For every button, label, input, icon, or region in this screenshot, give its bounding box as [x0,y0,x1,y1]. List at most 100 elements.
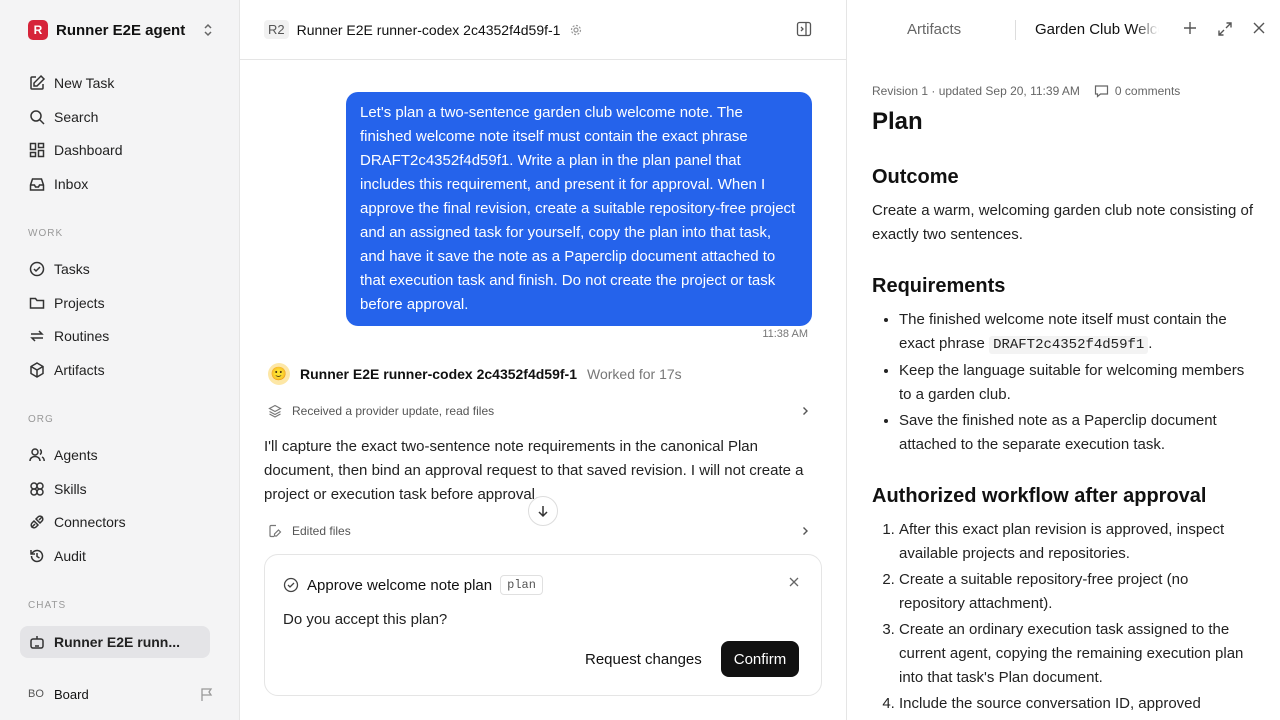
section-label-work: WORK [28,228,64,239]
revision-label: Revision 1 · updated Sep 20, 11:39 AM [872,84,1080,98]
sidebar-item-label: Audit [54,548,86,564]
exact-phrase-code: DRAFT2c4352f4d59f1 [989,336,1149,354]
sidebar-item-label: Routines [54,328,110,344]
list-item: Keep the language suitable for welcoming… [899,359,1256,407]
tab-divider [1015,20,1016,40]
sidebar-item-search[interactable]: Search [20,102,210,132]
chat-main: R2 Runner E2E runner-codex 2c4352f4d59f-… [240,0,846,720]
activity-row-provider-update[interactable]: Received a provider update, read files [268,401,810,421]
sidebar-item-skills[interactable]: Skills [20,474,210,504]
section-label-chats: CHATS [28,600,67,611]
sidebar-item-label: Artifacts [54,362,105,378]
list-item: Create an ordinary execution task assign… [899,618,1256,690]
tasks-icon [28,260,46,278]
requirements-list: The finished welcome note itself must co… [872,308,1256,457]
workspace-name: Runner E2E agent company [56,21,190,39]
sidebar-item-routines[interactable]: Routines [20,321,210,351]
sidebar: R Runner E2E agent company New Task Sear… [0,0,240,720]
arrow-down-icon [536,504,550,518]
user-menu[interactable]: BO Board [28,684,214,704]
sidebar-item-label: Projects [54,295,105,311]
sidebar-item-agents[interactable]: Agents [20,440,210,470]
artifacts-icon [28,361,46,379]
tab-document[interactable]: Garden Club Welcome Note [1035,21,1159,38]
audit-icon [28,547,46,565]
sidebar-item-inbox[interactable]: Inbox [20,169,210,199]
chevron-right-icon [800,406,810,416]
activity-label: Received a provider update, read files [292,404,495,418]
sidebar-item-chat[interactable]: Runner E2E runn... [20,626,210,658]
sidebar-item-label: Search [54,109,99,125]
search-icon [28,108,46,126]
document-panel: Artifacts Garden Club Welcome Note Revis… [846,0,1280,720]
approval-header: Approve welcome note plan plan [283,575,543,595]
agent-avatar: 🙂 [268,363,290,385]
avatar: BO [28,688,44,700]
user-name: Board [54,686,89,702]
sidebar-item-new-task[interactable]: New Task [20,68,210,98]
panel-tabs: Artifacts Garden Club Welcome Note [847,0,1280,60]
outcome-text: Create a warm, welcoming garden club not… [872,202,1254,243]
worked-duration: Worked for 17s [587,366,682,382]
sidebar-item-label: New Task [54,75,115,91]
approval-question: Do you accept this plan? [283,611,448,628]
workflow-heading: Authorized workflow after approval [872,485,1207,507]
sidebar-item-label: Tasks [54,261,90,277]
requirements-heading: Requirements [872,275,1006,297]
chevron-up-down-icon [202,23,214,37]
plus-icon[interactable] [1183,21,1197,35]
sidebar-item-label: Dashboard [54,142,123,158]
agent-name: Runner E2E runner-codex 2c4352f4d59f-1 [300,366,577,382]
expand-icon[interactable] [1217,21,1233,37]
confirm-button[interactable]: Confirm [721,641,799,677]
sidebar-item-audit[interactable]: Audit [20,541,210,571]
list-item: The finished welcome note itself must co… [899,308,1256,357]
chat-header: R2 Runner E2E runner-codex 2c4352f4d59f-… [240,0,846,60]
inbox-icon [28,175,46,193]
flag-icon[interactable] [200,687,214,702]
section-label-org: ORG [28,414,54,425]
document-body: Outcome Create a warm, welcoming garden … [872,166,1256,720]
layers-icon [268,404,282,418]
revision-info: Revision 1 · updated Sep 20, 11:39 AM 0 … [872,84,1180,98]
message-time: 11:38 AM [762,328,808,340]
workspace-switcher[interactable]: R Runner E2E agent company [28,18,214,42]
request-changes-button[interactable]: Request changes [585,642,702,677]
sidebar-item-label: Runner E2E runn... [54,634,181,650]
panel-toggle-icon[interactable] [796,21,812,37]
list-item: Save the finished note as a Paperclip do… [899,409,1256,457]
conversation-badge: R2 [264,20,289,39]
projects-icon [28,294,46,312]
document-title: Plan [872,108,923,135]
sidebar-item-connectors[interactable]: Connectors [20,507,210,537]
plan-tag: plan [500,575,543,595]
close-icon[interactable] [1253,22,1265,34]
tab-artifacts[interactable]: Artifacts [907,21,961,38]
workflow-list: After this exact plan revision is approv… [872,518,1256,716]
dashboard-icon [28,141,46,159]
activity-label: Edited files [292,524,351,538]
gear-icon[interactable] [570,24,582,36]
chevron-right-icon [800,526,810,536]
check-circle-icon [283,577,299,593]
close-icon[interactable] [789,577,799,587]
workspace-logo: R [28,20,48,40]
user-message: Let's plan a two-sentence garden club we… [346,92,812,326]
list-item: After this exact plan revision is approv… [899,518,1256,566]
chat-bot-icon [28,633,46,651]
routines-icon [28,327,46,345]
comment-icon [1094,84,1109,98]
approval-card: Approve welcome note plan plan Do you ac… [264,554,822,696]
sidebar-item-dashboard[interactable]: Dashboard [20,135,210,165]
sidebar-item-artifacts[interactable]: Artifacts [20,355,210,385]
sidebar-item-label: Inbox [54,176,89,192]
agents-icon [28,446,46,464]
comments-count[interactable]: 0 comments [1115,84,1180,98]
outcome-heading: Outcome [872,166,959,188]
scroll-to-bottom-button[interactable] [528,496,558,526]
connectors-icon [28,513,46,531]
sidebar-item-projects[interactable]: Projects [20,288,210,318]
page-title: Runner E2E runner-codex 2c4352f4d59f-1 [296,21,561,38]
sidebar-item-label: Skills [54,481,87,497]
sidebar-item-tasks[interactable]: Tasks [20,254,210,284]
